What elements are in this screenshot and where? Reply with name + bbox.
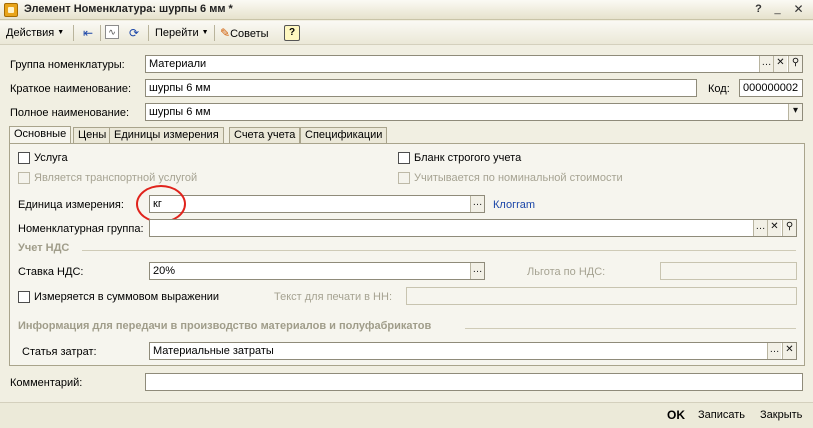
select-button[interactable]: … bbox=[470, 263, 484, 279]
comment-input[interactable] bbox=[145, 373, 803, 391]
close-window-button[interactable]: ✕ bbox=[790, 2, 807, 17]
vat-benefit-field[interactable] bbox=[660, 262, 797, 280]
window-title: Элемент Номенклатура: шурпы 6 мм * bbox=[24, 3, 233, 15]
full-name-input[interactable]: шурпы 6 мм ▾ bbox=[145, 103, 803, 121]
help-button[interactable]: ? bbox=[284, 25, 300, 41]
footer-bar: OK Записать Закрыть bbox=[0, 402, 813, 428]
vat-section-title: Учет НДС bbox=[18, 242, 70, 254]
cost-item-value: Материальные затраты bbox=[153, 345, 274, 357]
clear-icon[interactable]: ✕ bbox=[782, 343, 796, 359]
service-label: Услуга bbox=[34, 152, 68, 164]
toolbar-divider bbox=[100, 25, 101, 41]
service-checkbox[interactable] bbox=[18, 152, 30, 164]
print-text-field[interactable] bbox=[406, 287, 797, 305]
transport-checkbox[interactable] bbox=[18, 172, 30, 184]
toolbar-divider bbox=[214, 25, 215, 41]
toolbar: Действия ▼ ⇤ ∿ ⟳ Перейти ▼ ✎Советы ? bbox=[0, 21, 813, 45]
transport-label: Является транспортной услугой bbox=[34, 172, 198, 184]
sum-checkbox[interactable] bbox=[18, 291, 30, 303]
production-section-title: Информация для передачи в производство м… bbox=[18, 320, 432, 332]
chevron-down-icon: ▼ bbox=[57, 29, 65, 37]
tab-units[interactable]: Единицы измерения bbox=[109, 127, 224, 143]
tips-icon: ✎ bbox=[220, 26, 231, 40]
section-divider bbox=[82, 250, 796, 251]
dropdown-arrow-icon[interactable]: ▾ bbox=[788, 104, 802, 120]
back-arrow-icon[interactable]: ⇤ bbox=[80, 25, 96, 41]
print-text-label: Текст для печати в НН: bbox=[274, 291, 392, 303]
toolbar-divider bbox=[73, 25, 74, 41]
tab-prices[interactable]: Цены bbox=[73, 127, 112, 143]
goto-menu[interactable]: Перейти ▼ bbox=[155, 24, 209, 42]
vat-rate-label: Ставка НДС: bbox=[18, 266, 84, 278]
minimize-button[interactable]: _ bbox=[769, 2, 786, 17]
sum-label: Измеряется в суммовом выражении bbox=[34, 291, 220, 303]
tab-specifications[interactable]: Спецификации bbox=[300, 127, 388, 143]
title-help-button[interactable]: ? bbox=[750, 2, 767, 17]
short-name-label: Краткое наименование: bbox=[10, 83, 132, 95]
group-field[interactable]: Материали … ✕ ⚲ bbox=[145, 55, 803, 73]
refresh-icon[interactable]: ⟳ bbox=[126, 25, 142, 41]
strict-blank-label: Бланк строгого учета bbox=[414, 152, 522, 164]
nomenclature-group-field[interactable]: … ✕ ⚲ bbox=[149, 219, 797, 237]
short-name-input[interactable]: шурпы 6 мм bbox=[145, 79, 697, 97]
tips-label: Советы bbox=[230, 28, 269, 40]
group-value: Материали bbox=[149, 58, 207, 70]
select-button[interactable]: … bbox=[470, 196, 484, 212]
item-form-window: Элемент Номенклатура: шурпы 6 мм * ? _ ✕… bbox=[0, 0, 813, 428]
comment-label: Комментарий: bbox=[10, 377, 83, 389]
select-button[interactable]: … bbox=[753, 220, 767, 236]
vat-rate-field[interactable]: 20% … bbox=[149, 262, 485, 280]
full-name-label: Полное наименование: bbox=[10, 107, 130, 119]
close-button[interactable]: Закрыть bbox=[760, 408, 802, 422]
unit-full-name-link[interactable]: Клогram bbox=[493, 198, 535, 212]
group-label: Группа номенклатуры: bbox=[10, 59, 125, 71]
cost-item-label: Статья затрат: bbox=[22, 346, 97, 358]
open-search-icon[interactable]: ⚲ bbox=[788, 56, 802, 72]
code-input[interactable]: 000000002 bbox=[739, 79, 803, 97]
code-label: Код: bbox=[708, 83, 730, 95]
nominal-checkbox[interactable] bbox=[398, 172, 410, 184]
form-icon bbox=[4, 3, 18, 17]
unit-field[interactable]: кг … bbox=[149, 195, 485, 213]
section-divider bbox=[465, 328, 796, 329]
clear-icon[interactable]: ✕ bbox=[773, 56, 787, 72]
select-button[interactable]: … bbox=[767, 343, 781, 359]
vat-benefit-label: Льгота по НДС: bbox=[527, 266, 606, 278]
cost-item-field[interactable]: Материальные затраты … ✕ bbox=[149, 342, 797, 360]
select-button[interactable]: … bbox=[759, 56, 773, 72]
strict-blank-checkbox[interactable] bbox=[398, 152, 410, 164]
full-name-value: шурпы 6 мм bbox=[149, 106, 211, 118]
tips-button[interactable]: ✎Советы bbox=[220, 24, 269, 42]
save-button[interactable]: Записать bbox=[698, 408, 745, 422]
goto-menu-label: Перейти bbox=[155, 27, 199, 39]
ok-button[interactable]: OK bbox=[667, 408, 685, 422]
red-highlight-circle bbox=[136, 185, 186, 223]
chevron-down-icon: ▼ bbox=[201, 29, 209, 37]
vat-rate-value: 20% bbox=[153, 265, 176, 277]
nominal-label: Учитывается по номинальной стоимости bbox=[414, 172, 623, 184]
title-bar[interactable]: Элемент Номенклатура: шурпы 6 мм * ? _ ✕ bbox=[0, 0, 813, 20]
nomenclature-group-label: Номенклатурная группа: bbox=[18, 223, 144, 235]
tab-accounts[interactable]: Счета учета bbox=[229, 127, 301, 143]
actions-menu[interactable]: Действия ▼ bbox=[6, 24, 64, 42]
tab-main[interactable]: Основные bbox=[9, 126, 72, 144]
open-search-icon[interactable]: ⚲ bbox=[782, 220, 796, 236]
sheet-icon[interactable]: ∿ bbox=[105, 25, 119, 39]
unit-label: Единица измерения: bbox=[18, 199, 124, 211]
actions-menu-label: Действия bbox=[6, 27, 55, 39]
clear-icon[interactable]: ✕ bbox=[767, 220, 781, 236]
toolbar-divider bbox=[148, 25, 149, 41]
